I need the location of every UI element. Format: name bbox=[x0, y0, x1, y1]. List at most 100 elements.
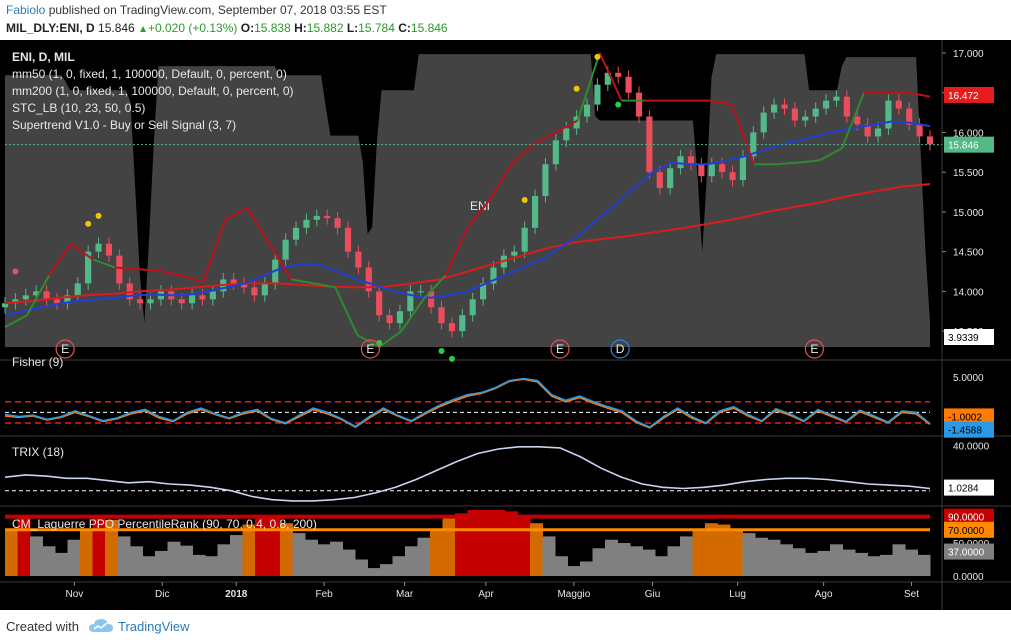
candle[interactable] bbox=[105, 243, 113, 256]
candle[interactable] bbox=[438, 307, 445, 324]
candle[interactable] bbox=[843, 96, 850, 117]
candle[interactable] bbox=[22, 295, 29, 300]
candle[interactable] bbox=[563, 128, 570, 141]
candle[interactable] bbox=[719, 164, 726, 173]
candle[interactable] bbox=[895, 100, 902, 109]
candle[interactable] bbox=[147, 299, 154, 304]
candle[interactable] bbox=[615, 72, 622, 77]
candle[interactable] bbox=[781, 104, 788, 109]
time-tick-label: Ago bbox=[815, 589, 833, 600]
candle[interactable] bbox=[344, 227, 352, 252]
candle[interactable] bbox=[677, 156, 684, 169]
candle[interactable] bbox=[583, 104, 591, 117]
candle[interactable] bbox=[386, 315, 393, 324]
candle[interactable] bbox=[916, 124, 923, 137]
candle[interactable] bbox=[417, 291, 424, 293]
trix-title: TRIX (18) bbox=[12, 445, 64, 459]
last-value-label: 16.472 bbox=[948, 91, 979, 102]
laguerre-bar bbox=[680, 536, 693, 576]
laguerre-bar bbox=[567, 566, 581, 576]
candle[interactable] bbox=[95, 243, 102, 252]
candle[interactable] bbox=[188, 295, 196, 304]
time-tick-label: Feb bbox=[316, 589, 334, 600]
candle[interactable] bbox=[833, 96, 840, 101]
candle[interactable] bbox=[178, 299, 185, 304]
candle[interactable] bbox=[261, 283, 268, 296]
candle[interactable] bbox=[531, 196, 539, 228]
candle[interactable] bbox=[511, 251, 518, 256]
candle[interactable] bbox=[199, 295, 206, 300]
candle[interactable] bbox=[812, 108, 819, 117]
candle[interactable] bbox=[667, 168, 674, 189]
candle[interactable] bbox=[708, 164, 715, 177]
laguerre-bar bbox=[217, 544, 231, 576]
laguerre-bar bbox=[917, 554, 931, 576]
laguerre-bar bbox=[792, 548, 806, 576]
candle[interactable] bbox=[116, 255, 123, 284]
candle[interactable] bbox=[656, 172, 663, 189]
candle[interactable] bbox=[521, 227, 528, 252]
candle[interactable] bbox=[74, 283, 81, 296]
time-tick-label: Lug bbox=[729, 589, 746, 600]
laguerre-bar bbox=[192, 554, 206, 576]
laguerre-bar bbox=[492, 510, 506, 576]
candle[interactable] bbox=[739, 156, 747, 181]
candle[interactable] bbox=[635, 92, 643, 117]
laguerre-bar bbox=[892, 544, 906, 576]
high-value: 15.882 bbox=[306, 21, 344, 35]
candle[interactable] bbox=[376, 291, 383, 316]
candle[interactable] bbox=[687, 156, 695, 165]
tradingview-cloud-icon bbox=[89, 619, 113, 632]
candle[interactable] bbox=[594, 84, 601, 105]
candle[interactable] bbox=[303, 219, 310, 228]
laguerre-bar bbox=[317, 544, 331, 576]
open-label: O: bbox=[240, 21, 255, 35]
author-link[interactable]: Fabiolo bbox=[6, 3, 45, 17]
signal-dot bbox=[95, 212, 102, 219]
candle[interactable] bbox=[209, 291, 216, 300]
candle[interactable] bbox=[625, 76, 632, 93]
candle[interactable] bbox=[137, 299, 144, 304]
laguerre-bar bbox=[467, 510, 481, 576]
laguerre-bar bbox=[755, 537, 768, 576]
legend-line: mm200 (1, 0, fixed, 1, 100000, Default, … bbox=[12, 84, 294, 98]
candle[interactable] bbox=[324, 215, 331, 219]
candle[interactable] bbox=[698, 164, 705, 177]
candle[interactable] bbox=[771, 104, 778, 113]
laguerre-bar bbox=[780, 544, 793, 576]
laguerre-bar bbox=[642, 549, 656, 576]
candle[interactable] bbox=[313, 215, 320, 220]
candle[interactable] bbox=[282, 239, 289, 260]
laguerre-bar bbox=[505, 511, 518, 576]
tradingview-link[interactable]: TradingView bbox=[118, 619, 190, 634]
marker-label: E bbox=[366, 342, 374, 356]
laguerre-bar bbox=[117, 536, 131, 576]
candle[interactable] bbox=[334, 218, 341, 228]
candle[interactable] bbox=[396, 311, 404, 324]
laguerre-bar bbox=[305, 539, 318, 576]
candle[interactable] bbox=[791, 108, 798, 121]
candle[interactable] bbox=[448, 323, 455, 332]
candle[interactable] bbox=[469, 299, 476, 316]
candle[interactable] bbox=[355, 251, 362, 268]
candle[interactable] bbox=[292, 227, 300, 240]
laguerre-bar bbox=[455, 513, 468, 576]
candle[interactable] bbox=[822, 100, 830, 109]
laguerre-bar bbox=[442, 517, 456, 576]
price-tick-label: 15.500 bbox=[953, 168, 984, 179]
candle[interactable] bbox=[729, 172, 736, 181]
laguerre-bar bbox=[55, 552, 68, 576]
candle[interactable] bbox=[552, 140, 559, 165]
candle[interactable] bbox=[874, 128, 882, 137]
candle[interactable] bbox=[251, 287, 258, 296]
candle[interactable] bbox=[760, 112, 767, 133]
candle[interactable] bbox=[230, 279, 237, 284]
published-text: published on TradingView.com, September … bbox=[45, 3, 387, 17]
candle[interactable] bbox=[885, 100, 892, 129]
candle[interactable] bbox=[802, 116, 809, 121]
candle[interactable] bbox=[459, 315, 466, 332]
laguerre-bar bbox=[180, 545, 193, 576]
candle[interactable] bbox=[926, 136, 934, 145]
candle[interactable] bbox=[542, 164, 549, 196]
chart-area[interactable]: ENI EEEDE 17.00016.50016.00015.50015.000… bbox=[0, 40, 1011, 610]
